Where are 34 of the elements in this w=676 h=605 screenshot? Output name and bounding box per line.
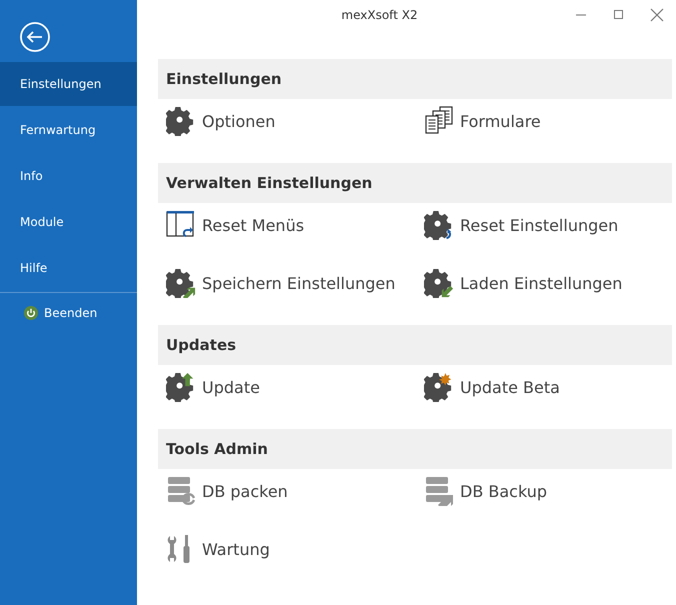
documents-icon — [424, 106, 454, 136]
gear-up-arrow-icon — [166, 372, 196, 402]
settings-item[interactable]: DB packen — [158, 469, 416, 513]
gear-icon — [166, 106, 196, 136]
settings-item[interactable]: Speichern Einstellungen — [158, 261, 416, 305]
gear-arrow-icon — [424, 268, 454, 298]
settings-item[interactable]: Optionen — [158, 99, 416, 143]
section-header: Verwalten Einstellungen — [158, 163, 672, 203]
sidebar-item[interactable]: Fernwartung — [0, 108, 137, 152]
database-icon — [166, 476, 196, 506]
table-undo-icon — [166, 210, 196, 240]
settings-item[interactable]: Formulare — [416, 99, 672, 143]
exit-link[interactable]: Beenden — [44, 306, 98, 320]
gear-star-icon — [424, 372, 454, 402]
settings-item[interactable]: Reset Einstellungen — [416, 203, 672, 247]
section-header: Einstellungen — [158, 59, 672, 99]
power-icon — [24, 306, 38, 320]
gear-arrow-icon — [166, 268, 196, 298]
gear-undo-icon — [424, 210, 454, 240]
database-icon — [424, 476, 454, 506]
settings-item[interactable]: Update — [158, 365, 416, 409]
section-header: Tools Admin — [158, 429, 672, 469]
settings-item[interactable]: DB Backup — [416, 469, 672, 513]
section-header: Updates — [158, 325, 672, 365]
sidebar-item[interactable]: Hilfe — [0, 246, 137, 290]
sidebar-item[interactable]: Info — [0, 154, 137, 198]
settings-item[interactable]: Update Beta — [416, 365, 672, 409]
sidebar-item[interactable]: Einstellungen — [0, 62, 137, 106]
sidebar-item[interactable]: Module — [0, 200, 137, 244]
settings-item[interactable]: Wartung — [158, 527, 416, 571]
back-icon[interactable] — [20, 22, 50, 52]
window-title: mexXsoft X2 — [340, 8, 419, 22]
settings-item[interactable]: Laden Einstellungen — [416, 261, 672, 305]
settings-item[interactable]: Reset Menüs — [158, 203, 416, 247]
